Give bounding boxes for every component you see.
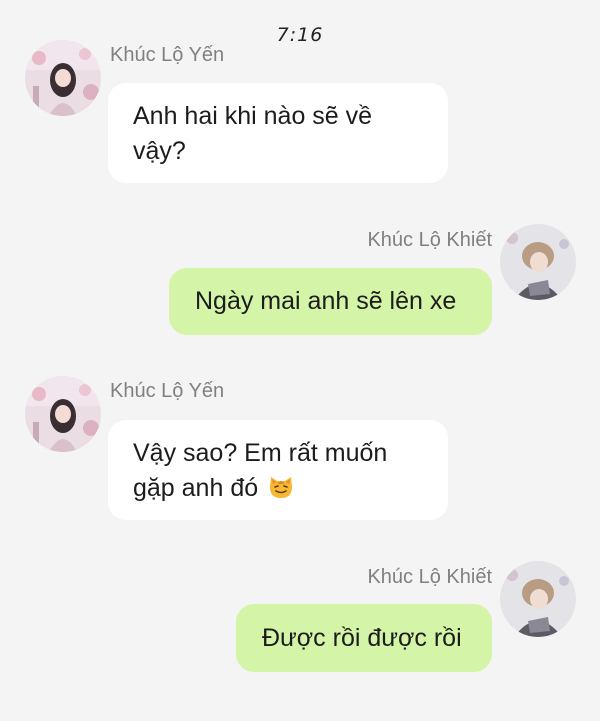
message-text-line: Ngày mai anh sẽ lên xe: [195, 287, 457, 315]
sender-name: Khúc Lộ Khiết: [367, 229, 492, 251]
message-text-line-with-emoji: gặp anh đó: [133, 471, 448, 506]
message-bubble[interactable]: Vậy sao? Em rất muốn gặp anh đó: [108, 420, 448, 520]
avatar-khuc-lo-khiet[interactable]: [500, 224, 576, 300]
avatar-khuc-lo-khiet[interactable]: [500, 561, 576, 637]
message-bubble[interactable]: Ngày mai anh sẽ lên xe: [169, 268, 492, 335]
sender-name: Khúc Lộ Khiết: [367, 566, 492, 588]
message-text: gặp anh đó: [133, 474, 259, 502]
message-bubble[interactable]: Được rồi được rồi: [236, 604, 492, 672]
message-text-line: Vậy sao? Em rất muốn: [133, 439, 388, 467]
message-text-line: Anh hai khi nào sẽ về: [133, 102, 373, 130]
avatar-khuc-lo-yen[interactable]: [25, 40, 101, 116]
sender-name: Khúc Lộ Yến: [110, 380, 225, 402]
sender-name: Khúc Lộ Yến: [110, 44, 225, 66]
message-text-line: vậy?: [133, 137, 186, 165]
cat-face-emoji-icon: [267, 472, 295, 500]
status-time: 7:16: [276, 24, 324, 46]
message-text-line: Được rồi được rồi: [262, 624, 462, 652]
avatar-khuc-lo-yen[interactable]: [25, 376, 101, 452]
message-bubble[interactable]: Anh hai khi nào sẽ về vậy?: [108, 83, 448, 183]
